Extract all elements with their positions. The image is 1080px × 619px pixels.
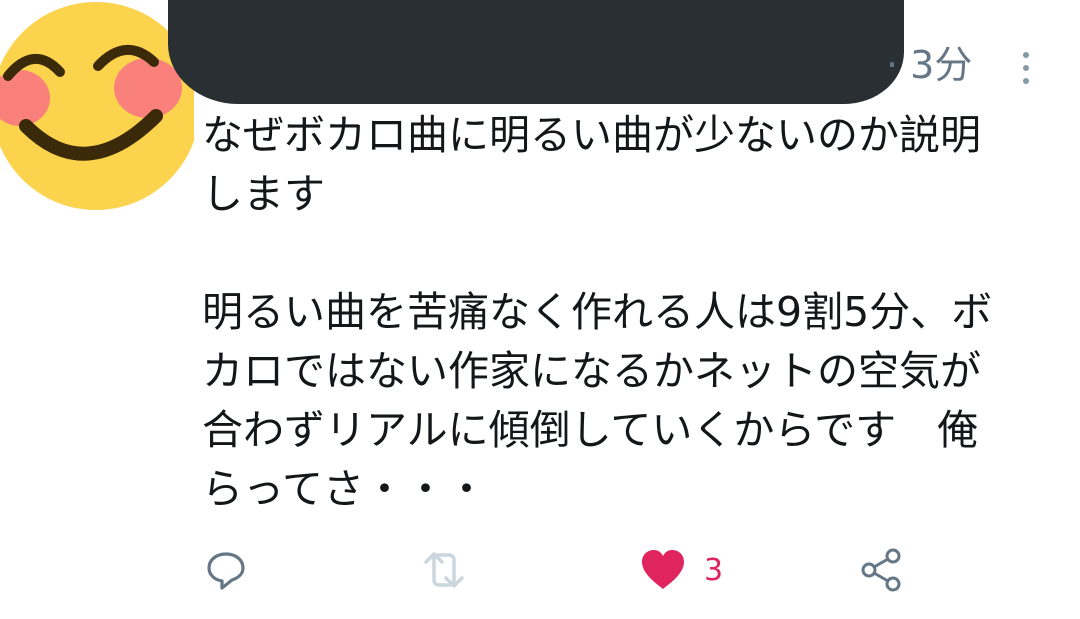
- reply-icon: [207, 552, 245, 590]
- avatar[interactable]: [0, 0, 194, 216]
- more-options-icon[interactable]: [1016, 52, 1036, 88]
- share-icon: [861, 548, 901, 592]
- tweet-line: カロではない作家になるかネットの空気が: [202, 347, 981, 395]
- action-bar: 3: [0, 540, 1080, 600]
- reply-button[interactable]: [204, 548, 248, 592]
- tweet-text: なぜボカロ曲に明るい曲が少ないのか説明 します 明るい曲を苦痛なく作れる人は9割…: [202, 106, 1052, 519]
- tweet[interactable]: · 3分 なぜボカロ曲に明るい曲が少ないのか説明 します 明るい曲を苦痛なく作れ…: [0, 0, 1080, 619]
- tweet-line: します: [202, 170, 325, 218]
- heart-icon: [642, 550, 684, 589]
- tweet-line: なぜボカロ曲に明るい曲が少ないのか説明: [202, 111, 981, 159]
- share-button[interactable]: [860, 548, 904, 592]
- like-count: 3: [704, 552, 724, 588]
- tweet-line: 明るい曲を苦痛なく作れる人は9割5分、ボ: [202, 288, 993, 336]
- tweet-line: 合わずリアルに傾倒していくからです 俺: [202, 406, 979, 454]
- timestamp[interactable]: · 3分: [886, 46, 972, 84]
- redacted-username: [168, 0, 904, 104]
- retweet-button[interactable]: [418, 548, 470, 592]
- like-button[interactable]: 3: [640, 548, 723, 592]
- retweet-icon: [424, 552, 464, 588]
- avatar-blush-right: [114, 58, 182, 118]
- tweet-line: らってさ・・・: [202, 465, 487, 513]
